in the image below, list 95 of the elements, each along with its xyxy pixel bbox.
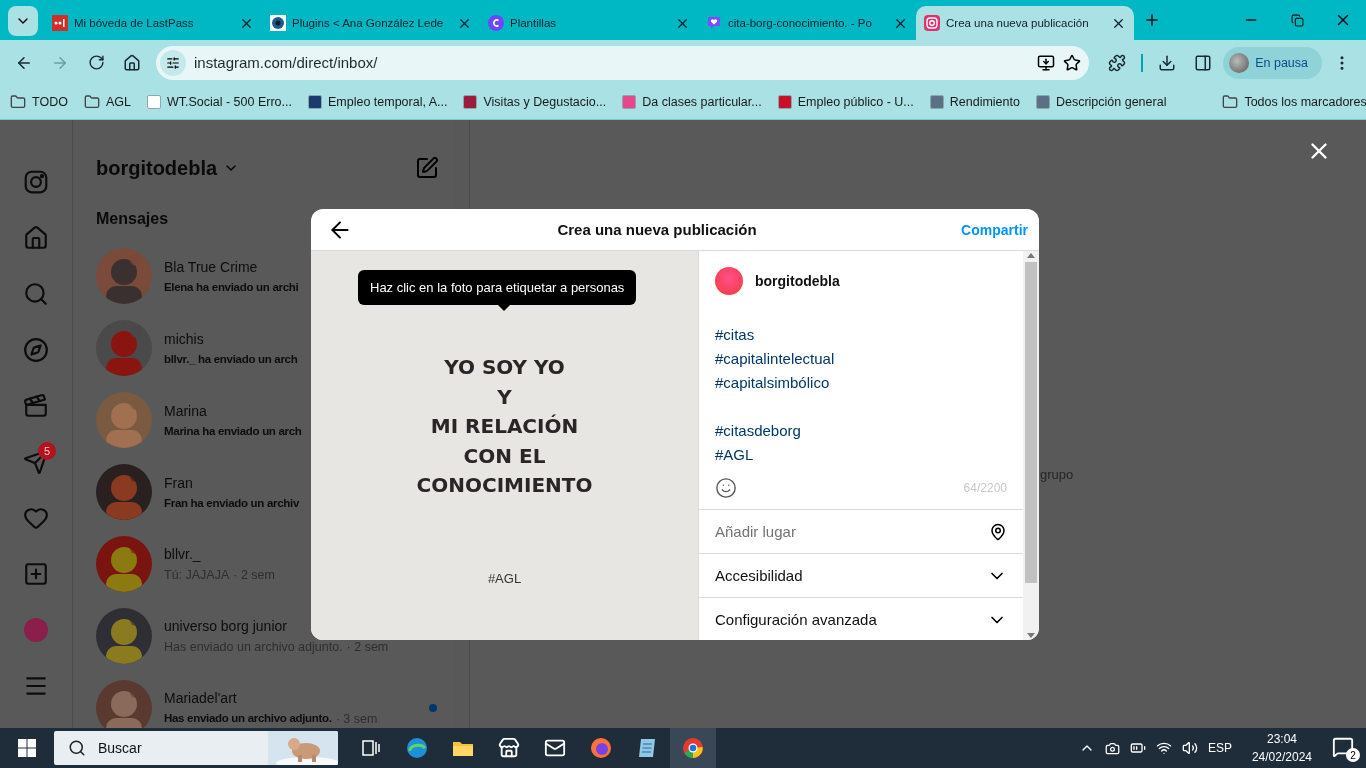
section-title: Mensajes bbox=[96, 210, 170, 228]
author-avatar bbox=[715, 267, 743, 295]
taskbar-search[interactable]: Buscar bbox=[54, 731, 338, 765]
bookmark[interactable]: Descripción general bbox=[1035, 95, 1167, 109]
compass-icon[interactable] bbox=[23, 337, 49, 363]
mail-icon[interactable] bbox=[544, 737, 566, 759]
message-preview: Has enviado un archivo adjunto. bbox=[164, 712, 332, 726]
post-image[interactable]: Haz clic en la foto para etiquetar a personas YO SOY YO Y MI RELACIÓN CON EL CONOCIMIENTO #AGL bbox=[311, 251, 699, 640]
lastpass-icon bbox=[52, 15, 68, 31]
folder-icon[interactable] bbox=[452, 739, 474, 757]
home-icon[interactable] bbox=[123, 53, 141, 72]
emoji-icon[interactable] bbox=[715, 477, 737, 499]
heart-icon[interactable] bbox=[23, 505, 49, 531]
folder-icon bbox=[1222, 94, 1239, 110]
notepad-icon[interactable] bbox=[637, 737, 657, 759]
bookmark[interactable]: Empleo público - U... bbox=[777, 95, 914, 109]
location-field[interactable]: Añadir lugar bbox=[699, 509, 1023, 553]
download-icon[interactable] bbox=[1158, 53, 1177, 72]
language-indicator[interactable]: ESP bbox=[1207, 741, 1232, 755]
network-icon[interactable] bbox=[1155, 740, 1172, 756]
volume-icon[interactable] bbox=[1181, 740, 1198, 756]
hashtag: #citasdeborg bbox=[715, 421, 802, 441]
bookmark[interactable]: Rendimiento bbox=[929, 95, 1020, 109]
quote-line: Y bbox=[496, 383, 513, 411]
address-bar[interactable]: instagram.com/direct/inbox/ bbox=[156, 45, 1090, 80]
reels-icon[interactable] bbox=[23, 393, 49, 419]
quote-line: YO SOY YO bbox=[443, 354, 566, 381]
search-icon bbox=[68, 739, 86, 757]
site-info-icon[interactable] bbox=[166, 55, 180, 70]
firefox-icon[interactable] bbox=[590, 737, 612, 759]
caption-field[interactable]: #citas #capitalintelectual #capitalsimbólico #citasdeborg #AGL bbox=[699, 311, 1023, 467]
edge-icon[interactable] bbox=[406, 737, 428, 759]
browser-tab[interactable]: cita-borg-conocimiento. - Po bbox=[698, 6, 916, 40]
browser-tab[interactable]: Mi bóveda de LastPass bbox=[44, 6, 262, 40]
bookmark[interactable]: Visitas y Degustacio... bbox=[463, 95, 607, 109]
compose-icon[interactable] bbox=[415, 156, 439, 180]
location-pin-icon bbox=[989, 522, 1007, 541]
browser-tab[interactable]: Plantillas bbox=[480, 6, 698, 40]
chrome-icon[interactable] bbox=[682, 737, 704, 759]
task-view-icon[interactable] bbox=[362, 740, 380, 756]
profile-button[interactable]: En pausa bbox=[1223, 46, 1322, 79]
hashtag: #citas bbox=[715, 325, 756, 345]
hashtag: #capitalsimbólico bbox=[715, 373, 831, 393]
bookmark[interactable]: Empleo temporal, A... bbox=[307, 95, 448, 109]
clock[interactable]: 23:04 24/02/2024 bbox=[1251, 732, 1312, 764]
profile-avatar bbox=[1229, 52, 1250, 73]
bookmark-star-icon[interactable] bbox=[1063, 53, 1082, 72]
message-preview: bllvr._ ha enviado un arch bbox=[164, 353, 298, 365]
message-preview: Marina ha enviado un arch bbox=[164, 425, 302, 437]
hashtag: #capitalintelectual bbox=[715, 349, 836, 369]
restore-icon[interactable] bbox=[1290, 13, 1304, 27]
tooltip-pointer bbox=[497, 304, 511, 311]
bookmark[interactable]: AGL bbox=[83, 94, 131, 110]
scroll-up-icon[interactable] bbox=[1027, 253, 1035, 258]
quote-line: MI RELACIÓN bbox=[429, 413, 580, 440]
browser-tab[interactable]: Plugins < Ana González Lede bbox=[262, 6, 480, 40]
quote-line: CON EL bbox=[462, 442, 547, 470]
install-icon[interactable] bbox=[1037, 53, 1056, 72]
message-preview: Fran ha enviado un archiv bbox=[164, 497, 299, 509]
author-name: borgitodebla bbox=[755, 273, 840, 289]
bookmark[interactable]: Todos los marcadores bbox=[1222, 94, 1366, 110]
search-icon[interactable] bbox=[23, 281, 49, 307]
hashtag: #AGL bbox=[715, 445, 755, 465]
scrollbar-thumb[interactable] bbox=[1025, 262, 1037, 583]
create-icon[interactable] bbox=[23, 561, 49, 587]
instagram-icon[interactable] bbox=[23, 169, 49, 195]
new-tab-icon[interactable] bbox=[1143, 11, 1161, 29]
eye-icon bbox=[270, 15, 286, 31]
notification-count: 2 bbox=[1346, 748, 1360, 762]
reload-icon[interactable] bbox=[87, 54, 105, 71]
store-icon[interactable] bbox=[498, 737, 520, 759]
character-counter: 64/2200 bbox=[963, 481, 1007, 495]
bookmark[interactable]: Da clases particular... bbox=[622, 95, 762, 109]
browser-tab[interactable]: Crea una nueva publicación bbox=[916, 6, 1134, 40]
instagram-icon bbox=[924, 15, 940, 31]
taskbar-app-button[interactable] bbox=[670, 728, 716, 768]
folder-icon bbox=[10, 94, 26, 110]
windows-start-icon[interactable] bbox=[18, 739, 36, 757]
bookmark[interactable]: TODO bbox=[10, 94, 68, 110]
camera-icon[interactable] bbox=[1104, 740, 1120, 756]
folder-icon bbox=[83, 94, 100, 110]
quote-line: CONOCIMIENTO bbox=[416, 472, 593, 499]
bookmark[interactable]: WT.Social - 500 Erro... bbox=[146, 95, 292, 109]
canva-icon bbox=[488, 15, 504, 31]
dialog-title: Crea una nueva publicación bbox=[556, 221, 758, 238]
tab-search-button[interactable] bbox=[8, 6, 38, 36]
side-panel-icon[interactable] bbox=[1194, 53, 1213, 72]
extensions-icon[interactable] bbox=[1108, 53, 1127, 72]
battery-icon[interactable] bbox=[1129, 740, 1146, 756]
notification-badge: 5 bbox=[38, 442, 56, 460]
message-preview: Elena ha enviado un archi bbox=[164, 281, 299, 293]
image-hashtag: #AGL bbox=[487, 570, 522, 586]
scroll-down-icon[interactable] bbox=[1027, 633, 1035, 638]
heart-icon bbox=[706, 15, 722, 31]
tooltip: Haz clic en la foto para etiquetar a personas bbox=[358, 270, 637, 305]
